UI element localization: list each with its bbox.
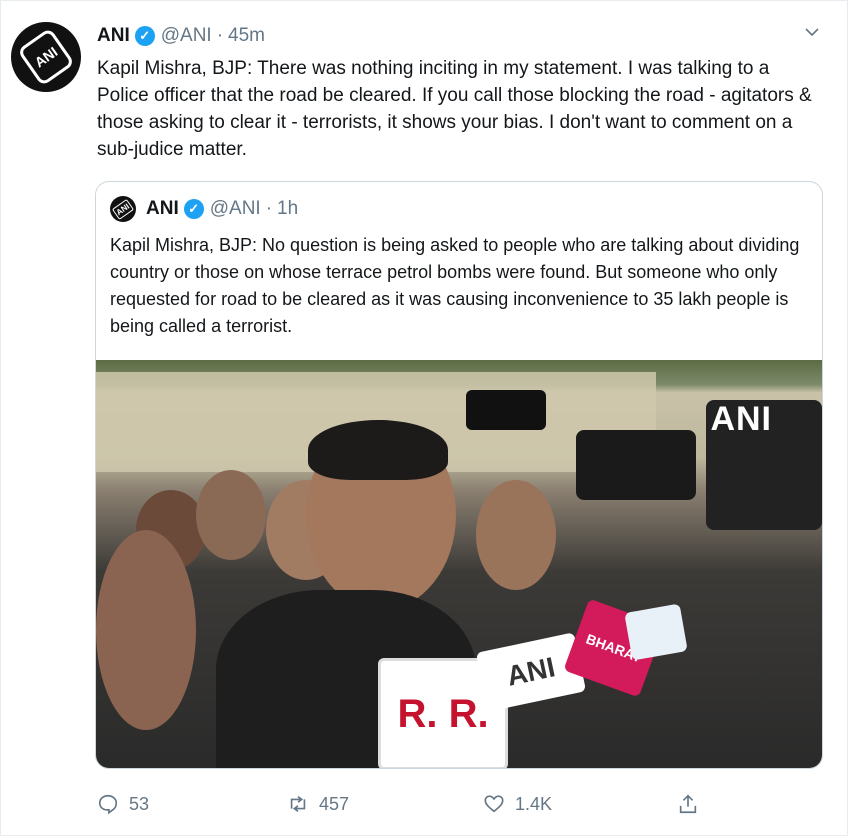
tweet-timestamp[interactable]: 45m [228,25,265,47]
quoted-author-handle: @ANI [209,198,261,219]
chevron-down-icon[interactable] [803,23,821,41]
photo-person [196,470,266,560]
retweet-button[interactable]: 457 [287,789,349,819]
quoted-avatar-logo-text: ANI [111,198,135,220]
reply-icon [98,794,118,815]
quoted-photo[interactable]: R. R. ANI BHARAT ANI [96,360,822,768]
avatar-logo-text: ANI [31,43,61,71]
speaker-hair [308,420,448,480]
separator-dot: · [265,198,273,219]
reply-button[interactable]: 53 [97,789,149,819]
mic-label: R. [448,691,489,736]
ani-watermark: ANI [710,400,772,438]
tweet-header: ANI ✓ @ANI · 45m [97,23,265,49]
reply-count: 53 [129,793,150,814]
retweet-count: 457 [319,793,350,814]
action-bar: 53 457 1.4K [97,789,717,819]
mic-flag [624,603,688,661]
quoted-avatar: ANI [110,196,136,222]
quoted-header: ANI ✓ @ANI · 1h [146,196,298,222]
retweet-icon [290,796,306,812]
photo-person [96,530,196,730]
photo-person [476,480,556,590]
author-handle[interactable]: @ANI [161,25,212,47]
quoted-text: Kapil Mishra, BJP: No question is being … [110,235,800,336]
phone-device [466,390,546,430]
ani-logo-icon: ANI [16,27,76,87]
camera-body [576,430,696,500]
verified-badge-icon: ✓ [183,199,204,219]
separator-dot: · [216,25,224,46]
like-count: 1.4K [515,793,553,814]
verified-badge-icon: ✓ [134,26,155,46]
share-button[interactable] [677,789,709,819]
quoted-timestamp: 1h [277,198,299,219]
mic-label: R. [397,691,438,736]
tweet-card[interactable]: ANI ANI ✓ @ANI · 45m Kapil Mishra, BJP: … [0,0,848,836]
author-name[interactable]: ANI [97,25,130,47]
profile-avatar[interactable]: ANI [11,22,81,92]
like-button[interactable]: 1.4K [483,789,552,819]
share-icon [679,794,697,814]
heart-icon [484,795,504,813]
quoted-tweet[interactable]: ANI ANI ✓ @ANI · 1h Kapil Mishra, BJP: N… [95,181,823,769]
tweet-text: Kapil Mishra, BJP: There was nothing inc… [97,58,812,160]
quoted-author-name: ANI [146,198,179,219]
mic-label: ANI [504,651,558,692]
